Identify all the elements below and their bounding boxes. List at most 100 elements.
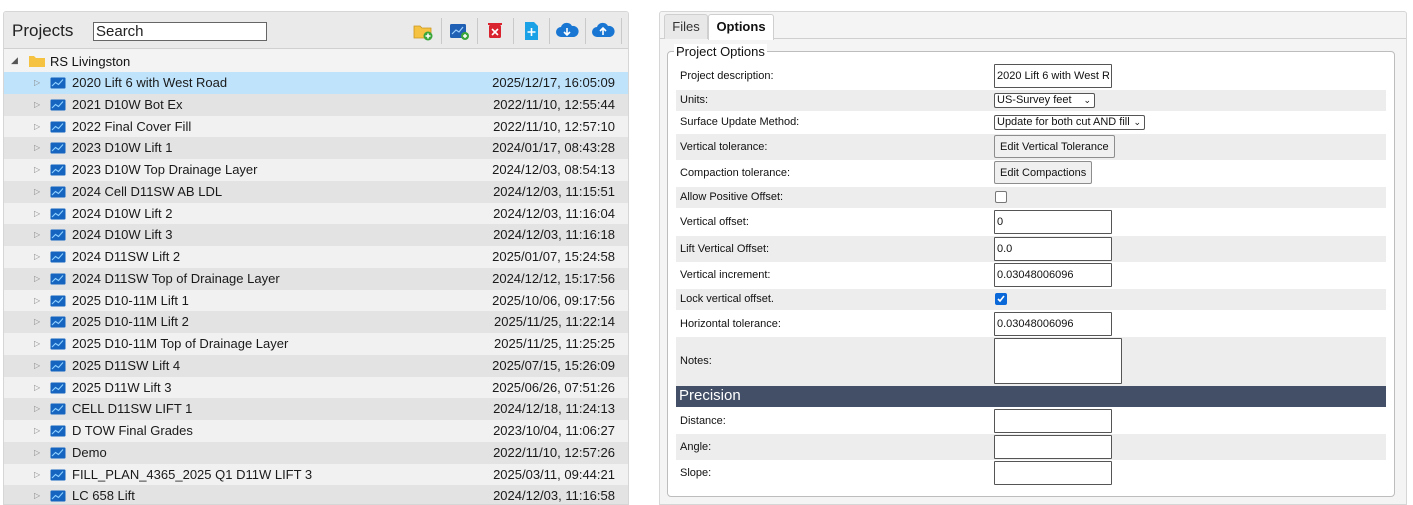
expand-icon[interactable]: ▷ (34, 137, 40, 159)
expand-icon[interactable]: ▷ (34, 311, 40, 333)
angle-input[interactable] (994, 435, 1112, 459)
project-date: 2025/10/06, 09:17:56 (492, 292, 615, 308)
expand-icon[interactable]: ▷ (34, 420, 40, 442)
expand-icon[interactable]: ▷ (34, 485, 40, 504)
lift-vertical-offset-input[interactable] (994, 237, 1112, 261)
project-icon (50, 295, 66, 306)
distance-row: Distance: (676, 408, 1386, 434)
project-row[interactable]: ▷ 2025 D10-11M Top of Drainage Layer 2025/… (4, 333, 628, 355)
project-description-input[interactable] (994, 64, 1112, 88)
expand-icon[interactable]: ▷ (34, 398, 40, 420)
expand-icon[interactable]: ▷ (34, 116, 40, 138)
project-row[interactable]: ▷ 2024 D10W Lift 2 2024/12/03, 11:16:04 (4, 202, 628, 225)
vertical-increment-label: Vertical increment: (680, 269, 771, 281)
tab-files[interactable]: Files (664, 14, 708, 39)
project-date: 2024/12/03, 08:54:13 (492, 162, 615, 177)
project-row[interactable]: ▷ 2020 Lift 6 with West Road 2025/12/17, 1… (4, 72, 628, 94)
expand-icon[interactable]: ▷ (34, 442, 40, 464)
project-row[interactable]: ▷ D TOW Final Grades 2023/10/04, 11:06:27 (4, 420, 628, 442)
project-row[interactable]: ▷ LC 658 Lift 2024/12/03, 11:16:58 (4, 485, 628, 504)
expand-icon[interactable]: ▷ (34, 464, 40, 486)
project-row[interactable]: ▷ 2022 Final Cover Fill 2022/11/10, 12:57:… (4, 115, 628, 138)
project-row[interactable]: ▷ FILL_PLAN_4365_2025 Q1 D11W LIFT 3 2025/… (4, 463, 628, 486)
slope-input[interactable] (994, 461, 1112, 485)
project-date: 2025/12/17, 16:05:09 (492, 75, 615, 90)
expand-icon[interactable]: ▷ (34, 203, 40, 225)
edit-compactions-button[interactable]: Edit Compactions (994, 161, 1093, 184)
project-date: 2025/11/25, 11:25:25 (494, 336, 615, 351)
expand-icon[interactable]: ▷ (34, 72, 40, 94)
tab-options[interactable]: Options (708, 14, 774, 40)
project-name: Demo (72, 444, 107, 460)
project-date: 2025/11/25, 11:22:14 (494, 314, 615, 330)
project-row[interactable]: ▷ 2024 D10W Lift 3 2024/12/03, 11:16:18 (4, 224, 628, 246)
project-row[interactable]: ▷ CELL D11SW LIFT 1 2024/12/18, 11:24:13 (4, 398, 628, 420)
download-button[interactable] (553, 18, 581, 44)
allow-positive-offset-checkbox[interactable] (995, 191, 1007, 203)
expand-icon[interactable]: ▷ (34, 246, 40, 268)
lock-vertical-offset-checkbox[interactable] (995, 293, 1007, 305)
project-row[interactable]: ▷ 2024 D11SW Top of Drainage Layer 2024/12… (4, 267, 628, 290)
project-date: 2022/11/10, 12:57:26 (493, 444, 615, 460)
search-input[interactable] (93, 22, 267, 41)
horizontal-tolerance-row: Horizontal tolerance: (676, 311, 1386, 337)
vertical-tolerance-label: Vertical tolerance: (680, 141, 768, 153)
notes-label: Notes: (680, 355, 712, 367)
expand-icon[interactable]: ▷ (34, 159, 40, 181)
new-folder-button[interactable] (409, 18, 437, 44)
project-icon (50, 447, 66, 459)
project-name: 2025 D11W Lift 3 (72, 379, 172, 395)
upload-button[interactable] (589, 18, 617, 44)
expand-icon[interactable]: ▷ (34, 181, 40, 203)
vertical-increment-input[interactable] (994, 263, 1112, 287)
project-name: FILL_PLAN_4365_2025 Q1 D11W LIFT 3 (72, 466, 313, 482)
project-date: 2024/12/03, 11:16:58 (493, 488, 615, 504)
project-date: 2024/12/18, 11:24:13 (493, 401, 615, 417)
expand-icon[interactable]: ▷ (34, 224, 40, 246)
project-row[interactable]: ▷ 2025 D10-11M Lift 1 2025/10/06, 09:17:56 (4, 289, 628, 312)
project-name: 2023 D10W Lift 1 (72, 140, 173, 156)
project-date: 2024/01/17, 08:43:28 (492, 140, 615, 156)
expand-icon[interactable]: ▷ (34, 377, 40, 399)
add-file-button[interactable] (517, 18, 545, 44)
project-options-fieldset: Project Options Project description: Uni… (667, 44, 1395, 497)
project-row[interactable]: ▷ 2021 D10W Bot Ex 2022/11/10, 12:55:44 (4, 93, 628, 116)
new-project-button[interactable] (445, 18, 473, 44)
edit-vertical-tolerance-button[interactable]: Edit Vertical Tolerance (994, 135, 1115, 158)
surface-update-select[interactable]: Update for both cut AND fill ⌄ (994, 115, 1145, 130)
project-row[interactable]: ▷ 2023 D10W Lift 1 2024/01/17, 08:43:28 (4, 137, 628, 159)
download-icon (556, 22, 579, 37)
root-folder-row[interactable]: ◢ RS Livingston (4, 50, 628, 72)
notes-textarea[interactable] (994, 338, 1122, 384)
vertical-increment-row: Vertical increment: (676, 262, 1386, 288)
project-date: 2024/12/03, 11:15:51 (493, 183, 615, 199)
project-row[interactable]: ▷ 2025 D11SW Lift 4 2025/07/15, 15:26:09 (4, 354, 628, 377)
project-icon (50, 469, 66, 480)
slope-row: Slope: (676, 460, 1386, 486)
expand-icon[interactable]: ▷ (34, 290, 40, 312)
collapse-icon[interactable]: ◢ (11, 55, 18, 66)
project-date: 2025/07/15, 15:26:09 (492, 357, 615, 373)
expand-icon[interactable]: ▷ (34, 268, 40, 290)
horizontal-tolerance-input[interactable] (994, 312, 1112, 336)
distance-input[interactable] (994, 409, 1112, 433)
project-icon (50, 403, 66, 415)
units-select[interactable]: US-Survey feet ⌄ (994, 93, 1095, 108)
expand-icon[interactable]: ▷ (34, 94, 40, 116)
project-row[interactable]: ▷ 2025 D10-11M Lift 2 2025/11/25, 11:22:14 (4, 311, 628, 333)
project-icon (50, 229, 66, 241)
expand-icon[interactable]: ▷ (34, 355, 40, 377)
project-row[interactable]: ▷ 2024 Cell D11SW AB LDL 2024/12/03, 11:15… (4, 180, 628, 203)
project-row[interactable]: ▷ 2025 D11W Lift 3 2025/06/26, 07:51:26 (4, 376, 628, 399)
project-row[interactable]: ▷ Demo 2022/11/10, 12:57:26 (4, 441, 628, 464)
project-name: LC 658 Lift (72, 488, 135, 504)
project-row[interactable]: ▷ 2023 D10W Top Drainage Layer 2024/12/03,… (4, 159, 628, 181)
delete-button[interactable] (481, 18, 509, 44)
project-date: 2025/03/11, 09:44:21 (493, 466, 615, 482)
folder-icon (29, 56, 45, 67)
vertical-offset-input[interactable] (994, 210, 1112, 234)
expand-icon[interactable]: ▷ (34, 333, 40, 355)
project-row[interactable]: ▷ 2024 D11SW Lift 2 2025/01/07, 15:24:58 (4, 246, 628, 268)
project-name: 2024 D10W Lift 2 (72, 205, 173, 221)
project-icon (50, 186, 66, 198)
